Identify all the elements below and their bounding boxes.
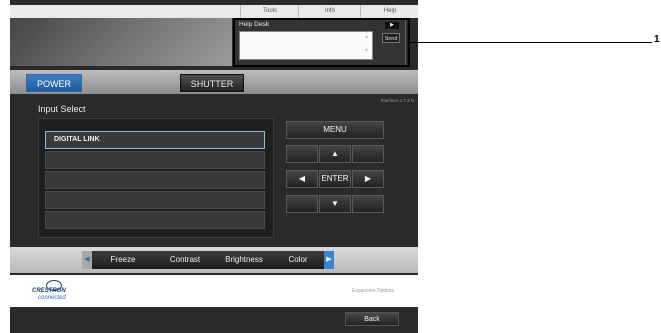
crestron-connected: connected [38, 295, 66, 301]
callout-line [410, 42, 652, 43]
expansion-options-link[interactable]: Expansion Options [352, 288, 394, 294]
input-item-empty[interactable] [45, 211, 265, 229]
input-item-empty[interactable] [45, 191, 265, 209]
down-arrow-icon[interactable]: ▼ [319, 195, 351, 213]
up-arrow-icon[interactable]: ▲ [319, 145, 351, 163]
brightness-button[interactable]: Brightness [216, 251, 272, 269]
input-select-title: Input Select [38, 104, 86, 114]
adjustment-strip: ◀ Freeze Contrast Brightness Color ▶ [82, 251, 334, 269]
nav-empty-top-left [286, 145, 318, 163]
input-item-digital-link[interactable]: DIGITAL LINK [45, 131, 265, 149]
right-arrow-icon[interactable]: ▶ [352, 170, 384, 188]
left-arrow-icon[interactable]: ◀ [286, 170, 318, 188]
input-item-empty[interactable] [45, 171, 265, 189]
top-tab-row: Tools Info Help [10, 5, 418, 18]
tab-help[interactable]: Help [360, 5, 418, 18]
crestron-logo: CRESTRON connected [32, 280, 92, 302]
color-button[interactable]: Color [278, 251, 318, 269]
nav-empty-top-right [352, 145, 384, 163]
help-desk-highlight-frame [233, 18, 410, 67]
nav-empty-bottom-left [286, 195, 318, 213]
strip-left-arrow-icon[interactable]: ◀ [82, 251, 92, 269]
power-button[interactable]: POWER [26, 74, 82, 92]
tab-info[interactable]: Info [298, 5, 361, 18]
enter-button[interactable]: ENTER [319, 170, 351, 188]
nav-empty-bottom-right [352, 195, 384, 213]
shutter-button[interactable]: SHUTTER [180, 74, 244, 92]
footer: CRESTRON connected Expansion Options [10, 275, 418, 307]
crestron-brand: CRESTRON [32, 288, 66, 294]
contrast-button[interactable]: Contrast [158, 251, 212, 269]
freeze-button[interactable]: Freeze [98, 251, 148, 269]
input-select-list: DIGITAL LINK [38, 118, 274, 238]
tab-tools[interactable]: Tools [240, 5, 299, 18]
callout-number: 1 [654, 34, 660, 45]
back-button[interactable]: Back [345, 312, 399, 326]
input-item-empty[interactable] [45, 151, 265, 169]
interface-version: Interface 2.7.3 N [380, 98, 414, 103]
menu-button[interactable]: MENU [286, 121, 384, 139]
strip-right-arrow-icon[interactable]: ▶ [324, 251, 334, 269]
header-banner [10, 18, 232, 66]
